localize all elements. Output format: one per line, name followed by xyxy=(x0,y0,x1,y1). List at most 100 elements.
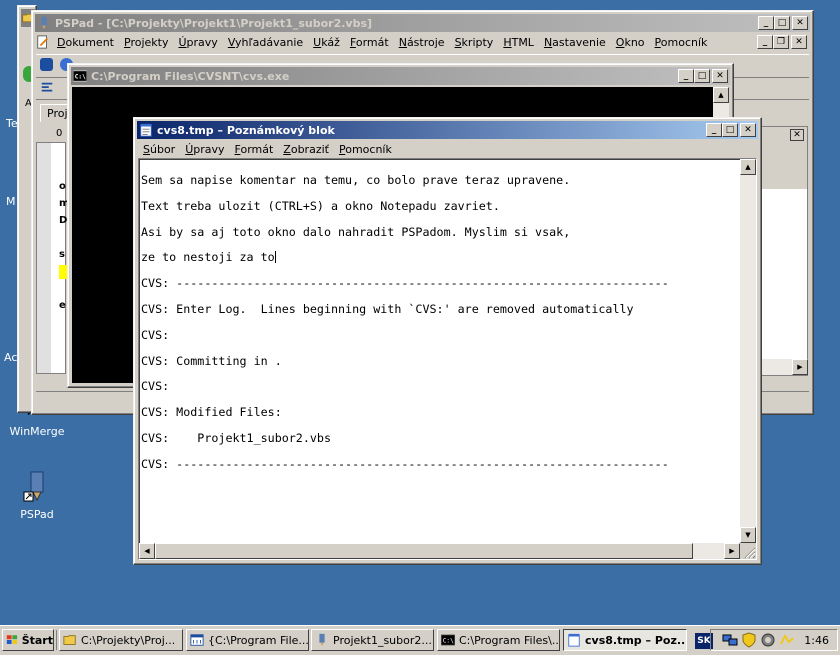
menu-html[interactable]: HTML xyxy=(498,36,539,49)
notepad-text-area[interactable]: Sem sa napise komentar na temu, co bolo … xyxy=(138,158,757,560)
pspad-editor[interactable]: o m D s e xyxy=(36,142,69,374)
taskbar-button-label: C:\Program Files\... xyxy=(459,633,560,647)
maximize-button[interactable]: □ xyxy=(694,69,710,83)
taskbar-button-explorer[interactable]: C:\Projekty\Proj... xyxy=(59,629,183,651)
menu-dokument[interactable]: Dokument xyxy=(52,36,119,49)
text-line: Sem sa napise komentar na temu, co bolo … xyxy=(141,172,571,187)
taskbar-button-program-files[interactable]: {C:\Program File... xyxy=(186,629,309,651)
clock[interactable]: 1:46 xyxy=(804,634,829,647)
menu-upravy[interactable]: Úpravy xyxy=(173,36,222,49)
svg-text:C:\: C:\ xyxy=(75,74,86,81)
network-icon[interactable] xyxy=(722,632,738,648)
taskbar-button-notepad[interactable]: cvs8.tmp – Poz... xyxy=(563,629,687,651)
text-caret xyxy=(274,251,276,264)
desktop-label-partial-3: Ac xyxy=(4,351,18,364)
menu-nastavenie[interactable]: Nastavenie xyxy=(539,36,611,49)
mdi-minimize-button[interactable]: _ xyxy=(757,35,773,49)
hscroll-thumb[interactable] xyxy=(155,543,693,559)
toolbar-hexagon-icon[interactable] xyxy=(40,58,53,71)
menu-vyhladavanie[interactable]: Vyhľadávanie xyxy=(223,36,308,49)
console-icon: C:\ xyxy=(441,634,455,646)
windows-flag-icon xyxy=(6,635,18,644)
gutter-letter: o xyxy=(59,181,66,192)
text-line: CVS: -----------------------------------… xyxy=(141,276,669,291)
text-line: CVS: Projekt1_subor2.vbs xyxy=(141,431,331,446)
text-line: CVS: xyxy=(141,327,170,342)
menu-ukaz[interactable]: Ukáž xyxy=(308,36,345,49)
taskbar-button-cvs-console[interactable]: C:\ C:\Program Files\... xyxy=(437,629,560,651)
minimize-button[interactable]: _ xyxy=(678,69,694,83)
desktop-label-partial-1: Te xyxy=(6,117,18,130)
svg-text:C:\: C:\ xyxy=(443,638,454,645)
security-shield-icon[interactable] xyxy=(741,632,757,648)
document-icon xyxy=(37,35,48,49)
start-label: Štart xyxy=(21,633,53,647)
scroll-right-button[interactable]: ▶ xyxy=(724,543,740,559)
desktop-label-partial-2: M xyxy=(6,195,16,208)
menu-pomocnik[interactable]: Pomocník xyxy=(334,143,397,156)
start-button[interactable]: Štart xyxy=(2,629,54,651)
notepad-titlebar[interactable]: cvs8.tmp – Poznámkový blok _ □ ✕ xyxy=(137,121,758,139)
desktop-icon-label: WinMerge xyxy=(9,425,65,438)
notepad-window[interactable]: cvs8.tmp – Poznámkový blok _ □ ✕ Súbor Ú… xyxy=(133,117,762,565)
cvs-console-titlebar[interactable]: C:\ C:\Program Files\CVSNT\cvs.exe _ □ ✕ xyxy=(71,67,730,85)
close-button[interactable]: ✕ xyxy=(712,69,728,83)
taskbar-button-label: {C:\Program File... xyxy=(208,633,309,647)
pspad-app-icon xyxy=(319,633,325,647)
menu-upravy[interactable]: Úpravy xyxy=(180,143,229,156)
panel-close-icon[interactable]: ✕ xyxy=(790,129,804,141)
scroll-up-button[interactable]: ▲ xyxy=(740,159,756,175)
desktop-icon-label: PSPad xyxy=(20,508,54,521)
notepad-hscroll[interactable]: ◀ ▶ xyxy=(139,543,740,559)
pspad-icon xyxy=(23,471,44,502)
close-button[interactable]: ✕ xyxy=(740,123,756,137)
window-icon xyxy=(190,634,204,646)
scroll-left-button[interactable]: ◀ xyxy=(139,543,155,559)
list-icon[interactable] xyxy=(40,81,54,95)
menu-nastroje[interactable]: Nástroje xyxy=(394,36,450,49)
notepad-vscroll[interactable]: ▲ ▼ xyxy=(740,159,756,543)
taskbar-button-label: Projekt1_subor2.... xyxy=(333,633,434,647)
taskbar-button-label: cvs8.tmp – Poz... xyxy=(585,633,687,647)
taskbar-button-label: C:\Projekty\Proj... xyxy=(81,633,176,647)
system-tray: 1:46 xyxy=(710,629,838,651)
notepad-icon xyxy=(568,633,580,647)
maximize-button[interactable]: □ xyxy=(774,16,790,30)
menu-pomocnik[interactable]: Pomocník xyxy=(650,36,713,49)
pspad-menubar: Dokument Projekty Úpravy Vyhľadávanie Uk… xyxy=(36,33,809,51)
text-line: CVS: xyxy=(141,379,170,394)
menu-skripty[interactable]: Skripty xyxy=(450,36,499,49)
pspad-app-icon xyxy=(41,16,47,30)
text-line: ze to nestoji za to xyxy=(141,250,275,265)
cvs-console-title: C:\Program Files\CVSNT\cvs.exe xyxy=(91,69,290,83)
minimize-button[interactable]: _ xyxy=(706,123,722,137)
close-button[interactable]: ✕ xyxy=(792,16,808,30)
menu-okno[interactable]: Okno xyxy=(611,36,650,49)
notepad-title: cvs8.tmp – Poznámkový blok xyxy=(157,123,335,137)
mdi-close-button[interactable]: ✕ xyxy=(791,35,807,49)
minimize-button[interactable]: _ xyxy=(758,16,774,30)
menu-format[interactable]: Formát xyxy=(230,143,279,156)
text-line: CVS: Committing in . xyxy=(141,353,282,368)
mdi-restore-button[interactable]: ❐ xyxy=(773,35,789,49)
notepad-icon xyxy=(140,123,152,137)
scroll-down-button[interactable]: ▼ xyxy=(740,527,756,543)
notepad-menubar: Súbor Úpravy Formát Zobraziť Pomocník xyxy=(138,140,757,158)
desktop-icon-pspad[interactable]: PSPad xyxy=(5,470,69,521)
resize-grip[interactable] xyxy=(740,543,756,559)
maximize-button[interactable]: □ xyxy=(722,123,738,137)
antivirus-icon[interactable] xyxy=(760,632,776,648)
messenger-icon[interactable] xyxy=(779,632,795,648)
menu-zobrazit[interactable]: Zobraziť xyxy=(278,143,334,156)
pspad-titlebar[interactable]: PSPad - [C:\Projekty\Projekt1\Projekt1_s… xyxy=(35,14,810,32)
text-line: CVS: Enter Log. Lines beginning with `CV… xyxy=(141,301,634,316)
text-line: Asi by sa aj toto okno dalo nahradit PSP… xyxy=(141,224,571,239)
notepad-text[interactable]: Sem sa napise komentar na temu, co bolo … xyxy=(141,161,738,541)
folder-icon xyxy=(63,635,76,645)
taskbar-button-pspad[interactable]: Projekt1_subor2.... xyxy=(311,629,434,651)
pspad-hscroll[interactable]: ▶ xyxy=(759,359,808,375)
text-line-with-caret: ze to nestoji za to xyxy=(141,251,738,264)
menu-projekty[interactable]: Projekty xyxy=(119,36,173,49)
menu-format[interactable]: Formát xyxy=(345,36,394,49)
menu-subor[interactable]: Súbor xyxy=(138,143,180,156)
